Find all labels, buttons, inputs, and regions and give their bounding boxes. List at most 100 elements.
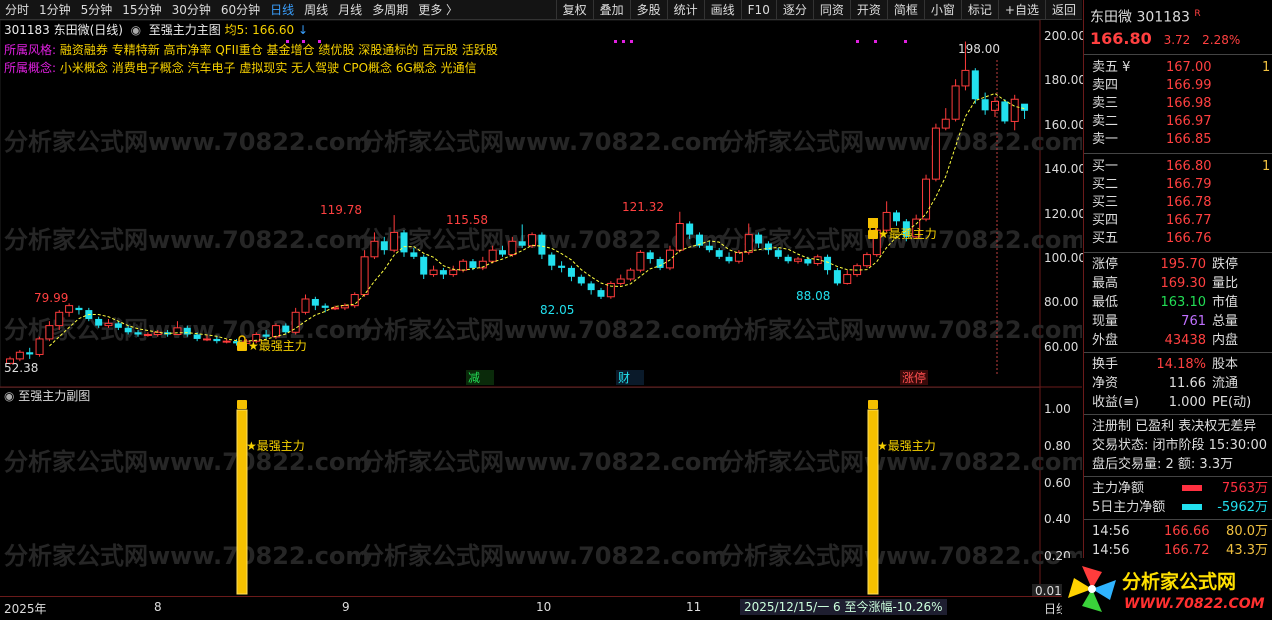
asks-row[interactable]: 卖二 166.97 xyxy=(1084,113,1272,131)
asks-row[interactable]: 卖三 166.98 xyxy=(1084,95,1272,113)
price-axis-label: 100.00 xyxy=(1044,251,1086,266)
asks-label: 卖一 xyxy=(1092,132,1119,147)
flow-value: 7563万 xyxy=(1221,481,1268,496)
cursor-date-box: 2025/12/15/一 6 至今涨幅-10.26% xyxy=(740,599,947,615)
stat-label: 最高 xyxy=(1092,276,1119,291)
candle-body-down xyxy=(400,232,408,253)
period-tab[interactable]: 更多 〉 xyxy=(413,0,463,20)
asks-row[interactable]: 卖四 166.99 xyxy=(1084,77,1272,95)
axis-month-11: 11 xyxy=(686,600,702,614)
axis-year-label: 2025年 xyxy=(4,602,47,616)
main-chart-header: 301183 东田微(日线) ◉ 至强主力主图 均5: 166.60 ↓ xyxy=(0,20,308,40)
trade-info-line: 盘后交易量: 2 额: 3.3万 xyxy=(1092,457,1234,472)
asks-row[interactable]: 卖五 ¥ 167.00 1 xyxy=(1084,59,1272,77)
period-toolbar: 分时 1分钟 5分钟 15分钟 30分钟 60分钟 日线 周线 月线 多周期 更多 〉 复权 叠加 多股… xyxy=(0,0,1082,20)
tool-button[interactable]: 复权 xyxy=(555,0,593,20)
tool-button[interactable]: 开资 xyxy=(849,0,887,20)
tick-price: 166.66 xyxy=(1164,524,1210,539)
bids-row[interactable]: 买一 166.80 1 xyxy=(1084,158,1272,176)
period-tab[interactable]: 15分钟 xyxy=(117,0,166,20)
period-tab[interactable]: 1分钟 xyxy=(34,0,76,20)
signal-bar xyxy=(236,409,248,595)
bids-label: 买四 xyxy=(1092,213,1119,228)
tool-button[interactable]: 标记 xyxy=(960,0,998,20)
candle-body-down xyxy=(420,256,428,275)
stats1-row: 现量 761 总量 xyxy=(1084,312,1272,331)
price-axis-label: 200.00 xyxy=(1044,29,1086,44)
candle-body-down xyxy=(518,241,526,246)
bids-row[interactable]: 买五 166.76 xyxy=(1084,230,1272,248)
price-annotation: 198.00 xyxy=(958,42,1000,56)
period-tab[interactable]: 分时 xyxy=(0,0,34,20)
period-tab[interactable]: 多周期 xyxy=(367,0,413,20)
asks-volume: 1 xyxy=(1262,60,1271,75)
sub-indicator-chart[interactable]: 分析家公式网www.70822.com分析家公式网www.70822.com分析… xyxy=(0,388,1082,596)
quote-stock-code: 301183 xyxy=(1136,9,1190,26)
period-tab[interactable]: 月线 xyxy=(333,0,367,20)
tool-button[interactable]: 小窗 xyxy=(923,0,961,20)
candle-body-down xyxy=(469,261,477,268)
sub-indicator-toggle-icon[interactable]: ◉ xyxy=(4,389,18,403)
period-tab[interactable]: 日线 xyxy=(265,0,299,20)
candle-body-down xyxy=(558,265,566,268)
watermark-text: 分析家公式网www.70822.com xyxy=(720,542,1082,570)
tool-button[interactable]: 统计 xyxy=(666,0,704,20)
candle-body-down xyxy=(193,334,201,339)
candle-body-up xyxy=(843,274,852,284)
tool-button[interactable]: 简框 xyxy=(886,0,924,20)
candle-body-down xyxy=(715,250,723,257)
tool-button[interactable]: 返回 xyxy=(1044,0,1082,20)
indicator-name[interactable]: 至强主力主图 xyxy=(149,23,221,37)
event-mark: 涨停 xyxy=(902,370,926,385)
stat-value: 1.000 xyxy=(1168,395,1206,410)
tool-button[interactable]: +自选 xyxy=(997,0,1045,20)
tool-button[interactable]: 多股 xyxy=(629,0,667,20)
event-mark: 减 xyxy=(468,371,480,385)
candle-body-down xyxy=(282,325,290,333)
bids-row[interactable]: 买四 166.77 xyxy=(1084,212,1272,230)
signal-dot xyxy=(622,40,625,43)
stat-label: 现量 xyxy=(1092,314,1119,329)
indicator-toggle-icon[interactable]: ◉ xyxy=(127,23,145,37)
tool-button[interactable]: 逐分 xyxy=(775,0,813,20)
period-tab[interactable]: 30分钟 xyxy=(167,0,216,20)
period-tab[interactable]: 60分钟 xyxy=(216,0,265,20)
tick-time: 14:56 xyxy=(1092,524,1130,539)
tool-button[interactable]: 画线 xyxy=(703,0,741,20)
candle-body-down xyxy=(499,250,506,255)
stat-value: 169.30 xyxy=(1160,276,1207,291)
capital-flow-row: 5日主力净额 -5962万 xyxy=(1084,498,1272,517)
bids-row[interactable]: 买三 166.78 xyxy=(1084,194,1272,212)
stats2-row: 换手 14.18% 股本 xyxy=(1084,355,1272,374)
candle-body-down xyxy=(114,323,122,328)
sub-axis-label: 0.60 xyxy=(1044,475,1071,490)
asks-price: 167.00 xyxy=(1166,60,1212,75)
asks-label: 卖二 xyxy=(1092,114,1119,129)
candle-body-up xyxy=(528,234,537,247)
asks-row[interactable]: 卖一 166.85 xyxy=(1084,131,1272,149)
candle-body-up xyxy=(675,223,684,251)
asks-price: 166.85 xyxy=(1166,132,1212,147)
period-tab[interactable]: 周线 xyxy=(299,0,333,20)
bids-row[interactable]: 买二 166.79 xyxy=(1084,176,1272,194)
sub-axis-label: 0.40 xyxy=(1044,512,1071,527)
tool-button[interactable]: 同资 xyxy=(812,0,850,20)
stat-label: 涨停 xyxy=(1092,257,1119,272)
asks-label: 卖四 xyxy=(1092,78,1119,93)
quote-stock-name: 东田微 xyxy=(1090,9,1132,26)
sub-chart-title[interactable]: 至强主力副图 xyxy=(18,389,90,403)
bar-lock-icon xyxy=(868,400,878,409)
tool-button[interactable]: F10 xyxy=(740,0,776,20)
candle-body-up xyxy=(55,311,64,327)
price-axis-label: 120.00 xyxy=(1044,206,1086,221)
lock-body xyxy=(868,230,878,239)
stat-label-2: 股本 xyxy=(1212,357,1239,372)
stat-value: 761 xyxy=(1181,314,1206,329)
tool-button[interactable]: 叠加 xyxy=(592,0,630,20)
period-tab[interactable]: 5分钟 xyxy=(76,0,118,20)
flow-bar xyxy=(1182,485,1202,491)
stat-label: 换手 xyxy=(1092,357,1119,372)
stat-label: 外盘 xyxy=(1092,333,1119,348)
asks-price: 166.99 xyxy=(1166,78,1212,93)
candle-body-down xyxy=(380,241,388,251)
